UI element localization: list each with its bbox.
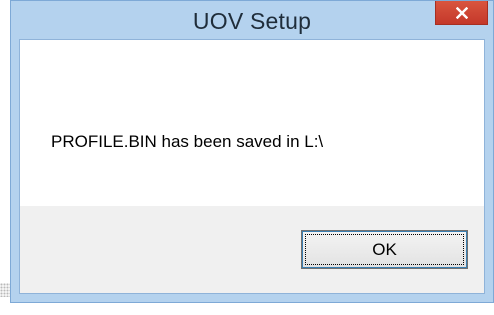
title-bar[interactable]: UOV Setup <box>11 1 493 39</box>
message-text: PROFILE.BIN has been saved in L:\ <box>51 132 324 151</box>
dialog-window: UOV Setup PROFILE.BIN has been saved in … <box>10 0 494 303</box>
message-panel: PROFILE.BIN has been saved in L:\ <box>20 40 484 206</box>
window-title: UOV Setup <box>192 8 312 34</box>
ok-button[interactable]: OK <box>301 230 468 269</box>
close-button[interactable] <box>435 1 488 25</box>
button-panel: OK <box>20 206 484 293</box>
resize-grip <box>0 283 10 297</box>
dialog-client-area: PROFILE.BIN has been saved in L:\ OK <box>19 39 485 294</box>
close-icon <box>455 6 468 19</box>
ok-button-label: OK <box>372 239 397 259</box>
